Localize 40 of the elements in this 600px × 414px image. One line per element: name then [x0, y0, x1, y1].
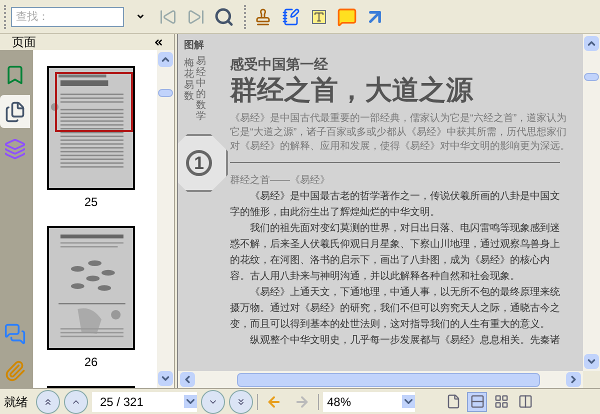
scrollbar-thumb[interactable] [237, 372, 540, 386]
paperclip-icon [4, 360, 26, 382]
body-paragraph: 纵观整个中华文明史，几乎每一步发展都与《易经》息息相关。先秦诸 [249, 334, 560, 348]
pages-icon [4, 100, 26, 123]
intro-paragraph: 《易经》是中国古代最重要的一部经典，儒家认为它是“六经之首”，道家认为它是“大道之源”，诸子百家或多或少都从《易经》中获其所需，历代思想家们对《易经》的解释、应用和发展，使得《易经》对中华文明的影响更为深远。 [230, 112, 571, 154]
side-title: 图解 [184, 40, 204, 52]
layers-icon [4, 138, 26, 160]
status-text: 就绪 [4, 394, 28, 410]
side-caption: 梅花易数 [184, 56, 194, 104]
scrollbar-track[interactable] [583, 34, 600, 371]
body-paragraph: 《易经》上通天文，下通地理，中通人事，以无所不包的最终原理来统摄万物。通过对《易经》的研究，我们不但可以穷究天人之际，通晓古今之变，而且可以得到基本的处世法则，这对指导我们的人生有重大的意义。 [230, 286, 560, 332]
columns-icon [518, 394, 532, 409]
viewport-frame[interactable] [55, 72, 133, 132]
page-title: 群经之首，大道之源 [230, 74, 474, 106]
grid-pages-icon [494, 394, 508, 409]
panel-title: 页面 [12, 34, 36, 50]
side-caption: 易经中的数学 [196, 56, 206, 122]
page-number-field[interactable]: 25 / 321 [92, 392, 197, 412]
chapter-number: 1 [186, 150, 212, 176]
page-kicker: 感受中国第一经 [230, 56, 329, 72]
panel-tab[interactable] [0, 95, 30, 128]
search-field[interactable]: 查找： [11, 6, 124, 26]
page-number: 25 [84, 194, 98, 210]
comments-icon [4, 323, 26, 346]
section-heading: 群经之首——《易经》 [230, 174, 331, 188]
body-paragraph: 《易经》是中国最古老的哲学著作之一，传说伏羲所画的八卦是中国文字的雏形，由此衍生出了辉煌灿烂的中华文明。 [230, 190, 560, 220]
view-mode-button[interactable] [467, 392, 487, 412]
scrollbar-thumb[interactable] [158, 89, 173, 97]
single-page-icon [446, 394, 460, 409]
page-number: 26 [84, 354, 98, 370]
body-paragraph: 我们的祖先面对变幻莫测的世界，对日出日落、电闪雷鸣等现象感到迷惑不解，后来圣人伏羲氏仰观日月星象、下察山川地理，通过观察鸟兽身上的花纹，在河图、洛书的启示下，画出了八卦图，成为《易经》的核心内容。古人用八卦来与神明沟通，并以此解释各种自然和社会现象。 [230, 222, 560, 284]
scrollbar-thumb[interactable] [584, 73, 599, 81]
continuous-page-icon [470, 394, 484, 409]
first-page-icon[interactable] [36, 390, 60, 414]
dropdown-caret-icon [184, 395, 197, 408]
last-page-icon[interactable] [229, 390, 253, 414]
scrollbar-track[interactable] [157, 50, 174, 388]
zoom-field[interactable]: 48% [323, 392, 415, 412]
dropdown-caret-icon [402, 395, 415, 408]
scrollbar-track[interactable] [178, 371, 583, 388]
